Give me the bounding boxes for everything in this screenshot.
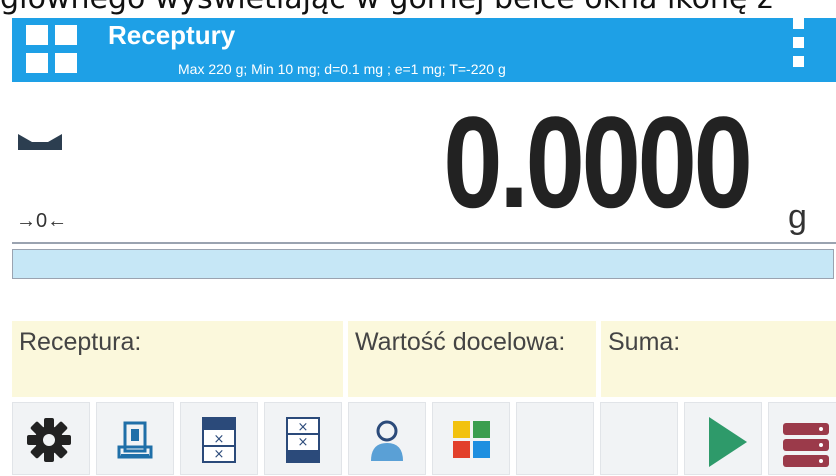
svg-text:×: × bbox=[214, 447, 225, 462]
empty-button-2[interactable] bbox=[600, 402, 678, 475]
kebab-menu-icon[interactable] bbox=[793, 18, 807, 68]
scale-specifications: Max 220 g; Min 10 mg; d=0.1 mg ; e=1 mg;… bbox=[178, 61, 506, 77]
settings-button[interactable] bbox=[12, 402, 90, 475]
remove-component-button[interactable]: × × bbox=[180, 402, 258, 475]
user-icon bbox=[371, 420, 403, 461]
zero-indicator-icon: →0← bbox=[16, 210, 68, 232]
start-button[interactable] bbox=[684, 402, 762, 475]
weight-unit: g bbox=[788, 198, 807, 236]
divider bbox=[12, 242, 836, 244]
app-title: Receptury bbox=[108, 20, 236, 50]
remove-component-icon: × × bbox=[202, 417, 236, 463]
recipe-field: Receptura: bbox=[12, 321, 343, 397]
sum-field: Suma: bbox=[601, 321, 836, 397]
clear-component-button[interactable]: × × bbox=[264, 402, 342, 475]
database-server-icon bbox=[783, 423, 829, 467]
progress-bar bbox=[12, 249, 834, 279]
svg-text:×: × bbox=[298, 420, 309, 435]
tare-button[interactable] bbox=[96, 402, 174, 475]
title-bar: Receptury Max 220 g; Min 10 mg; d=0.1 mg… bbox=[12, 18, 836, 82]
weight-value: 0.0000 bbox=[443, 89, 754, 235]
play-icon bbox=[709, 417, 747, 467]
user-button[interactable] bbox=[348, 402, 426, 475]
gear-icon bbox=[27, 418, 71, 462]
weight-display: →0← 0.0000 g bbox=[12, 82, 836, 242]
stability-marker-icon bbox=[18, 134, 62, 150]
clear-component-icon: × × bbox=[286, 417, 320, 463]
database-button[interactable] bbox=[768, 402, 836, 475]
empty-button-1[interactable] bbox=[516, 402, 594, 475]
grid-menu-icon[interactable] bbox=[26, 25, 78, 75]
scale-tare-icon bbox=[117, 421, 153, 459]
products-button[interactable] bbox=[432, 402, 510, 475]
target-value-field: Wartość docelowa: bbox=[348, 321, 596, 397]
product-database-icon bbox=[453, 421, 490, 458]
svg-text:×: × bbox=[298, 435, 309, 450]
svg-text:×: × bbox=[214, 432, 225, 447]
